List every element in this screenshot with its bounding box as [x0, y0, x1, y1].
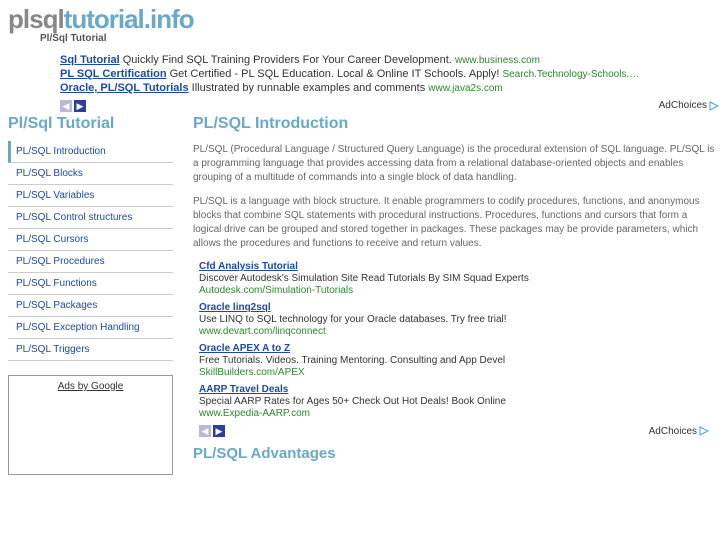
top-ad-source: www.java2s.com	[428, 83, 502, 94]
ad-next-icon[interactable]: ▶	[213, 425, 225, 437]
adchoices-label: AdChoices	[649, 426, 697, 437]
ad-prev-icon[interactable]: ◀	[199, 425, 211, 437]
inline-ad-title[interactable]: Oracle linq2sql	[199, 302, 715, 313]
sidebar: Pl/Sql Tutorial PL/SQL Introduction PL/S…	[8, 115, 173, 475]
inline-ad-desc: Use LINQ to SQL technology for your Orac…	[199, 313, 715, 326]
inline-ads-block: Cfd Analysis Tutorial Discover Autodesk'…	[199, 261, 715, 419]
sidebar-adbox: Ads by Google	[8, 375, 173, 475]
top-ad-row: Sql Tutorial Quickly Find SQL Training P…	[60, 54, 727, 66]
inline-ad-title[interactable]: Cfd Analysis Tutorial	[199, 261, 715, 272]
nav-blocks[interactable]: PL/SQL Blocks	[8, 163, 173, 185]
top-ads-block: Sql Tutorial Quickly Find SQL Training P…	[60, 54, 727, 94]
intro-para-1: PL/SQL (Procedural Language / Structured…	[193, 143, 715, 185]
nav-cursors[interactable]: PL/SQL Cursors	[8, 229, 173, 251]
top-ad-desc: Illustrated by runnable examples and com…	[192, 82, 426, 94]
inline-ad-title[interactable]: AARP Travel Deals	[199, 384, 715, 395]
nav-triggers[interactable]: PL/SQL Triggers	[8, 339, 173, 361]
nav-procedures[interactable]: PL/SQL Procedures	[8, 251, 173, 273]
adchoices-icon	[699, 426, 709, 436]
top-ad-desc: Get Certified - PL SQL Education. Local …	[170, 68, 500, 80]
nav-exception-handling[interactable]: PL/SQL Exception Handling	[8, 317, 173, 339]
logo-part1: plsql	[8, 4, 64, 34]
adchoices-icon	[709, 101, 719, 111]
nav-functions[interactable]: PL/SQL Functions	[8, 273, 173, 295]
top-ad-source: Search.Technology-Schools.…	[502, 69, 639, 80]
logo-part2: tutorial.info	[64, 4, 194, 34]
top-ad-desc: Quickly Find SQL Training Providers For …	[123, 54, 452, 66]
adchoices-label: AdChoices	[659, 100, 707, 111]
site-logo[interactable]: plsqltutorial.info	[8, 4, 719, 35]
top-ad-title[interactable]: PL SQL Certification	[60, 68, 167, 80]
inline-ad-source: Autodesk.com/Simulation-Tutorials	[199, 285, 715, 296]
inline-ad: Cfd Analysis Tutorial Discover Autodesk'…	[199, 261, 715, 296]
inline-ad-source: www.Expedia-AARP.com	[199, 408, 715, 419]
inline-ad-source: www.devart.com/linqconnect	[199, 326, 715, 337]
intro-para-2: PL/SQL is a language with block structur…	[193, 195, 715, 251]
ad-next-icon[interactable]: ▶	[74, 100, 86, 112]
inline-ad-source: SkillBuilders.com/APEX	[199, 367, 715, 378]
content: PL/SQL Introduction PL/SQL (Procedural L…	[193, 115, 719, 475]
inline-ad: AARP Travel Deals Special AARP Rates for…	[199, 384, 715, 419]
top-ad-title[interactable]: Sql Tutorial	[60, 54, 120, 66]
top-ad-row: Oracle, PL/SQL Tutorials Illustrated by …	[60, 82, 727, 94]
nav-variables[interactable]: PL/SQL Variables	[8, 185, 173, 207]
inline-ad: Oracle APEX A to Z Free Tutorials. Video…	[199, 343, 715, 378]
inline-ad-desc: Free Tutorials. Videos. Training Mentori…	[199, 354, 715, 367]
inline-ad-desc: Discover Autodesk's Simulation Site Read…	[199, 272, 715, 285]
ads-by-google-label[interactable]: Ads by Google	[58, 381, 124, 392]
page-title: PL/SQL Introduction	[193, 115, 715, 133]
top-ad-source: www.business.com	[455, 55, 540, 66]
top-ad-row: PL SQL Certification Get Certified - PL …	[60, 68, 727, 80]
nav-control-structures[interactable]: PL/SQL Control structures	[8, 207, 173, 229]
adchoices-link[interactable]: AdChoices	[649, 426, 709, 437]
nav-introduction[interactable]: PL/SQL Introduction	[8, 141, 173, 163]
sidebar-heading: Pl/Sql Tutorial	[8, 115, 173, 133]
nav-packages[interactable]: PL/SQL Packages	[8, 295, 173, 317]
adchoices-link[interactable]: AdChoices	[659, 100, 719, 111]
top-ad-title[interactable]: Oracle, PL/SQL Tutorials	[60, 82, 189, 94]
ad-prev-icon[interactable]: ◀	[60, 100, 72, 112]
subheading-advantages: PL/SQL Advantages	[193, 445, 715, 462]
inline-ad-title[interactable]: Oracle APEX A to Z	[199, 343, 715, 354]
inline-ad-desc: Special AARP Rates for Ages 50+ Check Ou…	[199, 395, 715, 408]
inline-ad: Oracle linq2sql Use LINQ to SQL technolo…	[199, 302, 715, 337]
